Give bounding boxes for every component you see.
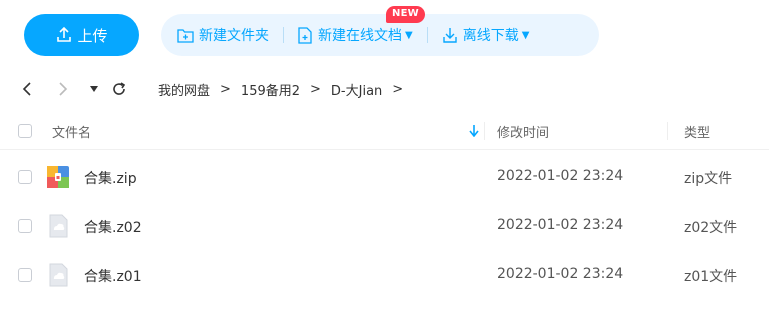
- download-icon: [443, 28, 457, 43]
- navigation-bar: 我的网盘 > 159备用2 > D-大Jian >: [0, 74, 769, 104]
- file-type: z01文件: [684, 269, 738, 285]
- new-online-doc-button[interactable]: 新建在线文档 ▼ NEW: [298, 6, 425, 45]
- refresh-icon[interactable]: [111, 81, 127, 97]
- breadcrumb-separator: >: [310, 82, 321, 97]
- column-header-type[interactable]: 类型: [684, 122, 710, 141]
- chevron-down-icon: ▼: [521, 29, 530, 41]
- offline-download-label: 离线下载: [462, 28, 519, 44]
- breadcrumb-item[interactable]: D-大Jian: [331, 80, 382, 99]
- row-checkbox[interactable]: [18, 268, 32, 282]
- table-row[interactable]: 合集.z02 2022-01-02 23:24 z02文件: [0, 202, 769, 251]
- table-row[interactable]: 合集.z01 2022-01-02 23:24 z01文件: [0, 251, 769, 300]
- chevron-down-icon: ▼: [405, 29, 413, 41]
- sort-down-arrow-icon[interactable]: [469, 125, 479, 137]
- upload-label: 上传: [77, 26, 108, 45]
- breadcrumb: 我的网盘 > 159备用2 > D-大Jian >: [158, 80, 413, 99]
- file-modified-time: 2022-01-02 23:24: [497, 266, 624, 282]
- unknown-file-icon: [49, 214, 68, 238]
- new-folder-icon: [177, 28, 194, 43]
- column-divider: [667, 122, 668, 140]
- action-group: 新建文件夹 新建在线文档 ▼ NEW 离线下载 ▼: [161, 6, 599, 56]
- toolbar: 上传 新建文件夹 新建在线文档 ▼ NEW 离线下载 ▼: [24, 6, 599, 56]
- forward-arrow-icon[interactable]: [58, 82, 68, 96]
- divider: [283, 27, 284, 43]
- file-modified-time: 2022-01-02 23:24: [497, 217, 624, 233]
- breadcrumb-item[interactable]: 我的网盘: [158, 80, 210, 99]
- file-modified-time: 2022-01-02 23:24: [497, 168, 624, 184]
- breadcrumb-item[interactable]: 159备用2: [241, 80, 300, 99]
- select-all-checkbox[interactable]: [18, 124, 32, 138]
- file-name[interactable]: 合集.z02: [84, 217, 142, 237]
- offline-download-button[interactable]: 离线下载 ▼: [442, 25, 530, 45]
- column-divider: [484, 122, 485, 140]
- row-checkbox[interactable]: [18, 219, 32, 233]
- history-dropdown-icon[interactable]: [90, 86, 98, 92]
- divider: [426, 27, 428, 43]
- file-type: zip文件: [684, 171, 733, 187]
- new-badge: NEW: [386, 6, 425, 23]
- new-online-doc-label: 新建在线文档: [318, 28, 402, 44]
- file-name[interactable]: 合集.zip: [84, 168, 137, 188]
- column-header-name[interactable]: 文件名: [52, 122, 91, 141]
- new-folder-label: 新建文件夹: [199, 28, 269, 44]
- zip-archive-icon: [47, 166, 69, 188]
- file-type: z02文件: [684, 220, 738, 236]
- file-name[interactable]: 合集.z01: [84, 266, 142, 286]
- back-arrow-icon[interactable]: [22, 82, 32, 96]
- file-list-header: 文件名 修改时间 类型: [0, 112, 769, 150]
- upload-icon: [57, 26, 72, 42]
- breadcrumb-separator[interactable]: >: [392, 82, 403, 97]
- row-checkbox[interactable]: [18, 170, 32, 184]
- new-doc-icon: [298, 26, 312, 44]
- new-folder-button[interactable]: 新建文件夹: [177, 25, 269, 45]
- table-row[interactable]: 合集.zip 2022-01-02 23:24 zip文件: [0, 153, 769, 202]
- breadcrumb-separator: >: [220, 82, 231, 97]
- unknown-file-icon: [49, 263, 68, 287]
- column-header-modified[interactable]: 修改时间: [497, 122, 549, 141]
- upload-button[interactable]: 上传: [24, 14, 139, 56]
